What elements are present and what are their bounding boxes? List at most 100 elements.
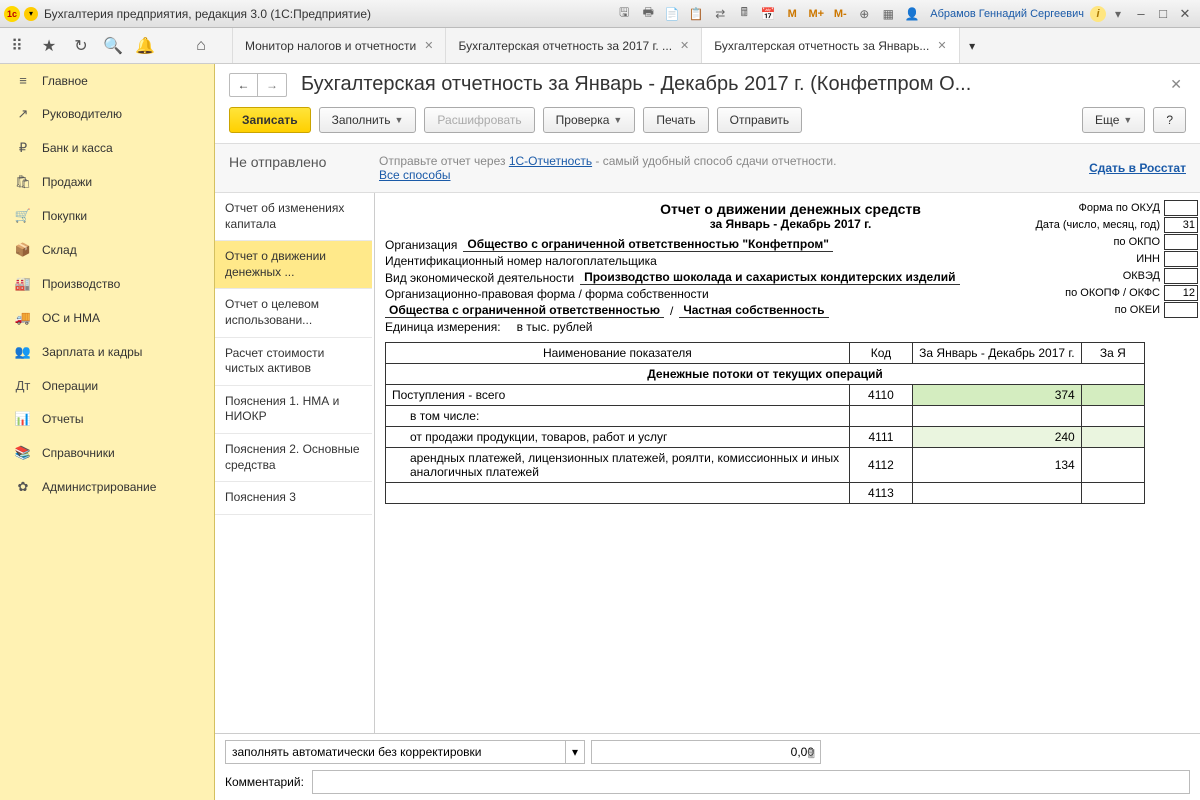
section-list[interactable]: Отчет об изменениях капитала Отчет о дви…	[215, 193, 375, 733]
close-icon[interactable]: ✕	[680, 39, 689, 52]
sidebar-item-warehouse[interactable]: 📦Склад	[0, 233, 214, 267]
more-button[interactable]: Еще ▼	[1082, 107, 1145, 133]
calc-icon[interactable]: 🖩	[733, 4, 755, 24]
zoom-icon[interactable]: ⊕	[853, 4, 875, 24]
sidebar-item-reports[interactable]: 📊Отчеты	[0, 402, 214, 436]
sidebar-item-production[interactable]: 🏭 Производство	[0, 267, 214, 301]
history-icon[interactable]: ↻	[70, 35, 92, 57]
home-icon[interactable]: ⌂	[190, 35, 212, 57]
sidebar-item-directories[interactable]: 📚Справочники	[0, 436, 214, 470]
sidebar-item-sales[interactable]: 🛍Продажи	[0, 165, 214, 199]
bottom-bar: ▾ 🖩 Комментарий:	[215, 733, 1200, 800]
sidebar-item-label: Покупки	[42, 209, 87, 223]
report-table: Наименование показателя Код За Январь - …	[385, 342, 1145, 504]
document-area[interactable]: Форма по ОКУД Дата (число, месяц, год)31…	[375, 193, 1200, 733]
comment-input[interactable]	[312, 770, 1190, 794]
chevron-down-icon[interactable]: ▾	[565, 740, 585, 764]
cell-value[interactable]: 374	[913, 385, 1082, 406]
save-icon[interactable]: 🖫	[613, 4, 635, 24]
table-row[interactable]: от продажи продукции, товаров, работ и у…	[386, 427, 1145, 448]
tab-1[interactable]: Бухгалтерская отчетность за 2017 г. ...✕	[445, 28, 701, 63]
tab-add[interactable]: ▾	[959, 28, 985, 63]
sidebar-item-admin[interactable]: ✿Администрирование	[0, 470, 214, 504]
table-row[interactable]: Поступления - всего 4110 374	[386, 385, 1145, 406]
calendar-icon[interactable]: 📅	[757, 4, 779, 24]
info-dropdown[interactable]: ▾	[1107, 4, 1129, 24]
close-icon[interactable]: ✕	[937, 39, 946, 52]
ruble-icon: ₽	[14, 140, 32, 156]
fill-mode-select[interactable]: ▾	[225, 740, 585, 764]
fill-mode-input[interactable]	[225, 740, 565, 764]
mminus-button[interactable]: M-	[829, 4, 851, 24]
sidebar-item-manager[interactable]: ↗Руководителю	[0, 97, 214, 131]
table-row[interactable]: 4113	[386, 483, 1145, 504]
sidebar-item-operations[interactable]: ДтОперации	[0, 369, 214, 402]
calc-icon[interactable]: 🖩	[808, 745, 815, 766]
compare-icon[interactable]: ⇄	[709, 4, 731, 24]
sidebar-item-salary[interactable]: 👥Зарплата и кадры	[0, 335, 214, 369]
apps-icon[interactable]: ⠿	[6, 35, 28, 57]
section-item[interactable]: Отчет об изменениях капитала	[215, 193, 372, 241]
section-item[interactable]: Расчет стоимости чистых активов	[215, 338, 372, 386]
col-code: Код	[849, 343, 912, 364]
comment-label: Комментарий:	[225, 775, 304, 789]
fill-button[interactable]: Заполнить▼	[319, 107, 417, 133]
table-row[interactable]: арендных платежей, лицензионных платежей…	[386, 448, 1145, 483]
section-item[interactable]: Отчет о движении денежных ...	[215, 241, 372, 289]
section-item[interactable]: Пояснения 3	[215, 482, 372, 515]
sidebar-item-label: Производство	[42, 277, 120, 291]
truck-icon: 🚚	[14, 310, 32, 326]
bell-icon[interactable]: 🔔	[134, 35, 156, 57]
send-button[interactable]: Отправить	[717, 107, 803, 133]
chevron-down-icon: ▼	[1123, 115, 1132, 125]
cart-icon: 🛒	[14, 208, 32, 224]
tab-2[interactable]: Бухгалтерская отчетность за Январь...✕	[701, 28, 958, 63]
col-name: Наименование показателя	[386, 343, 850, 364]
check-button[interactable]: Проверка▼	[543, 107, 636, 133]
app-menu-dropdown[interactable]: ▾	[24, 7, 38, 21]
link-all-ways[interactable]: Все способы	[379, 168, 451, 182]
m-button[interactable]: M	[781, 4, 803, 24]
more-label: Еще	[1095, 113, 1119, 127]
info-icon[interactable]: i	[1090, 6, 1106, 22]
print-icon[interactable]: 🖶	[637, 4, 659, 24]
page-close-button[interactable]: ✕	[1166, 72, 1186, 97]
sidebar-item-main[interactable]: ≡Главное	[0, 64, 214, 97]
back-button[interactable]: ←	[230, 74, 258, 96]
decode-button[interactable]: Расшифровать	[424, 107, 534, 133]
minimize-button[interactable]: –	[1130, 4, 1152, 24]
table-row[interactable]: в том числе:	[386, 406, 1145, 427]
link-1c-report[interactable]: 1С-Отчетность	[509, 154, 592, 168]
section-item[interactable]: Пояснения 2. Основные средства	[215, 434, 372, 482]
sidebar-item-assets[interactable]: 🚚ОС и НМА	[0, 301, 214, 335]
save-button[interactable]: Записать	[229, 107, 311, 133]
doc-icon[interactable]: 📄	[661, 4, 683, 24]
sidebar-item-label: Отчеты	[42, 412, 83, 426]
tab-0[interactable]: Монитор налогов и отчетности✕	[232, 28, 445, 63]
section-item[interactable]: Пояснения 1. НМА и НИОКР	[215, 386, 372, 434]
sidebar-item-bank[interactable]: ₽Банк и касса	[0, 131, 214, 165]
star-icon[interactable]: ★	[38, 35, 60, 57]
clipboard-icon[interactable]: 📋	[685, 4, 707, 24]
close-button[interactable]: ✕	[1174, 4, 1196, 24]
search-icon[interactable]: 🔍	[102, 35, 124, 57]
main-toolbar: ⠿ ★ ↻ 🔍 🔔 ⌂ Монитор налогов и отчетности…	[0, 28, 1200, 64]
print-button[interactable]: Печать	[643, 107, 708, 133]
section-item[interactable]: Отчет о целевом использовани...	[215, 289, 372, 337]
people-icon: 👥	[14, 344, 32, 360]
grid-icon[interactable]: ▦	[877, 4, 899, 24]
cell-value[interactable]: 134	[913, 448, 1082, 483]
maximize-button[interactable]: □	[1152, 4, 1174, 24]
sidebar-item-label: Склад	[42, 243, 77, 257]
factory-icon: 🏭	[14, 276, 32, 292]
forward-button[interactable]: →	[258, 74, 286, 96]
sidebar-item-label: Справочники	[42, 446, 115, 460]
sidebar-item-purchases[interactable]: 🛒 Покупки	[0, 199, 214, 233]
user-name[interactable]: Абрамов Геннадий Сергеевич	[930, 8, 1084, 20]
mplus-button[interactable]: M+	[805, 4, 827, 24]
cell-value[interactable]: 240	[913, 427, 1082, 448]
close-icon[interactable]: ✕	[424, 39, 433, 52]
amount-input[interactable]	[591, 740, 821, 764]
help-button[interactable]: ?	[1153, 107, 1186, 133]
submit-rosstat-link[interactable]: Сдать в Росстат	[1089, 161, 1186, 175]
